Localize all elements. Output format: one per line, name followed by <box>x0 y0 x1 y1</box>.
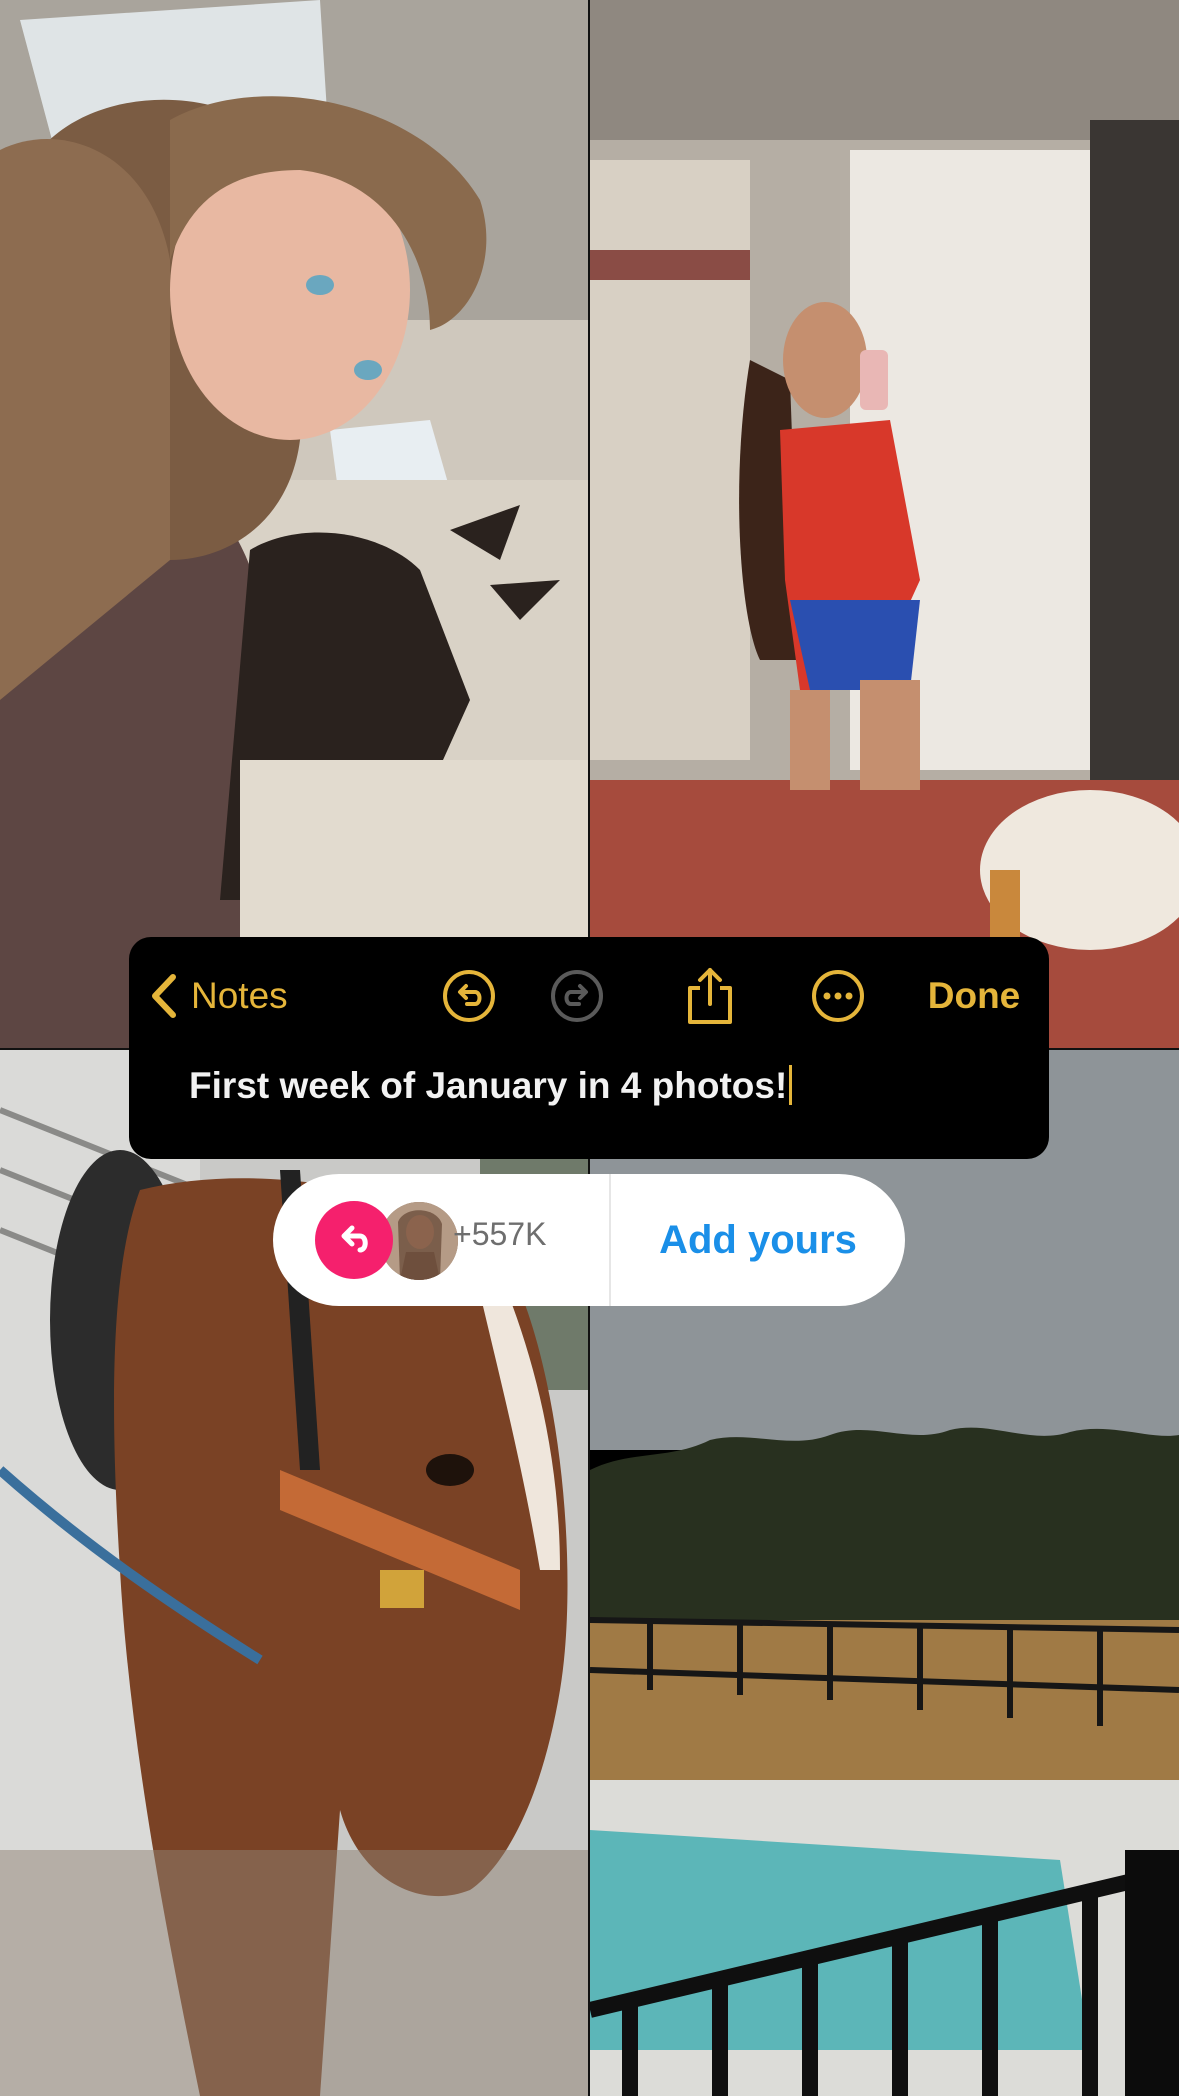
photo-car-selfie <box>0 0 588 1048</box>
note-text: First week of January in 4 photos! <box>189 1065 788 1106</box>
notes-toolbar: Notes Done <box>129 937 1049 1057</box>
photo-mirror-selfie <box>590 0 1179 1048</box>
text-cursor <box>789 1065 793 1105</box>
more-button[interactable] <box>807 965 869 1027</box>
undo-button[interactable] <box>438 965 500 1027</box>
share-icon <box>688 968 732 1024</box>
redo-button[interactable] <box>546 965 608 1027</box>
share-button[interactable] <box>679 965 741 1027</box>
participant-count: +557K <box>453 1216 547 1252</box>
notes-overlay: Notes Done First week of January in 4 ph… <box>129 937 1049 1159</box>
story-canvas: Notes Done First week of January in 4 ph… <box>0 0 1179 2096</box>
add-yours-sticker[interactable]: +557K Add yours <box>273 1174 905 1306</box>
reply-icon <box>315 1201 393 1279</box>
more-icon <box>812 970 864 1022</box>
notes-back-button[interactable]: Notes <box>147 965 322 1027</box>
redo-icon <box>551 970 603 1022</box>
add-yours-button[interactable]: Add yours <box>611 1174 905 1306</box>
notes-back-label: Notes <box>191 975 288 1016</box>
note-body[interactable]: First week of January in 4 photos! <box>189 1065 793 1107</box>
undo-icon <box>443 970 495 1022</box>
chevron-left-icon <box>152 974 176 1018</box>
done-button[interactable]: Done <box>909 965 1039 1027</box>
